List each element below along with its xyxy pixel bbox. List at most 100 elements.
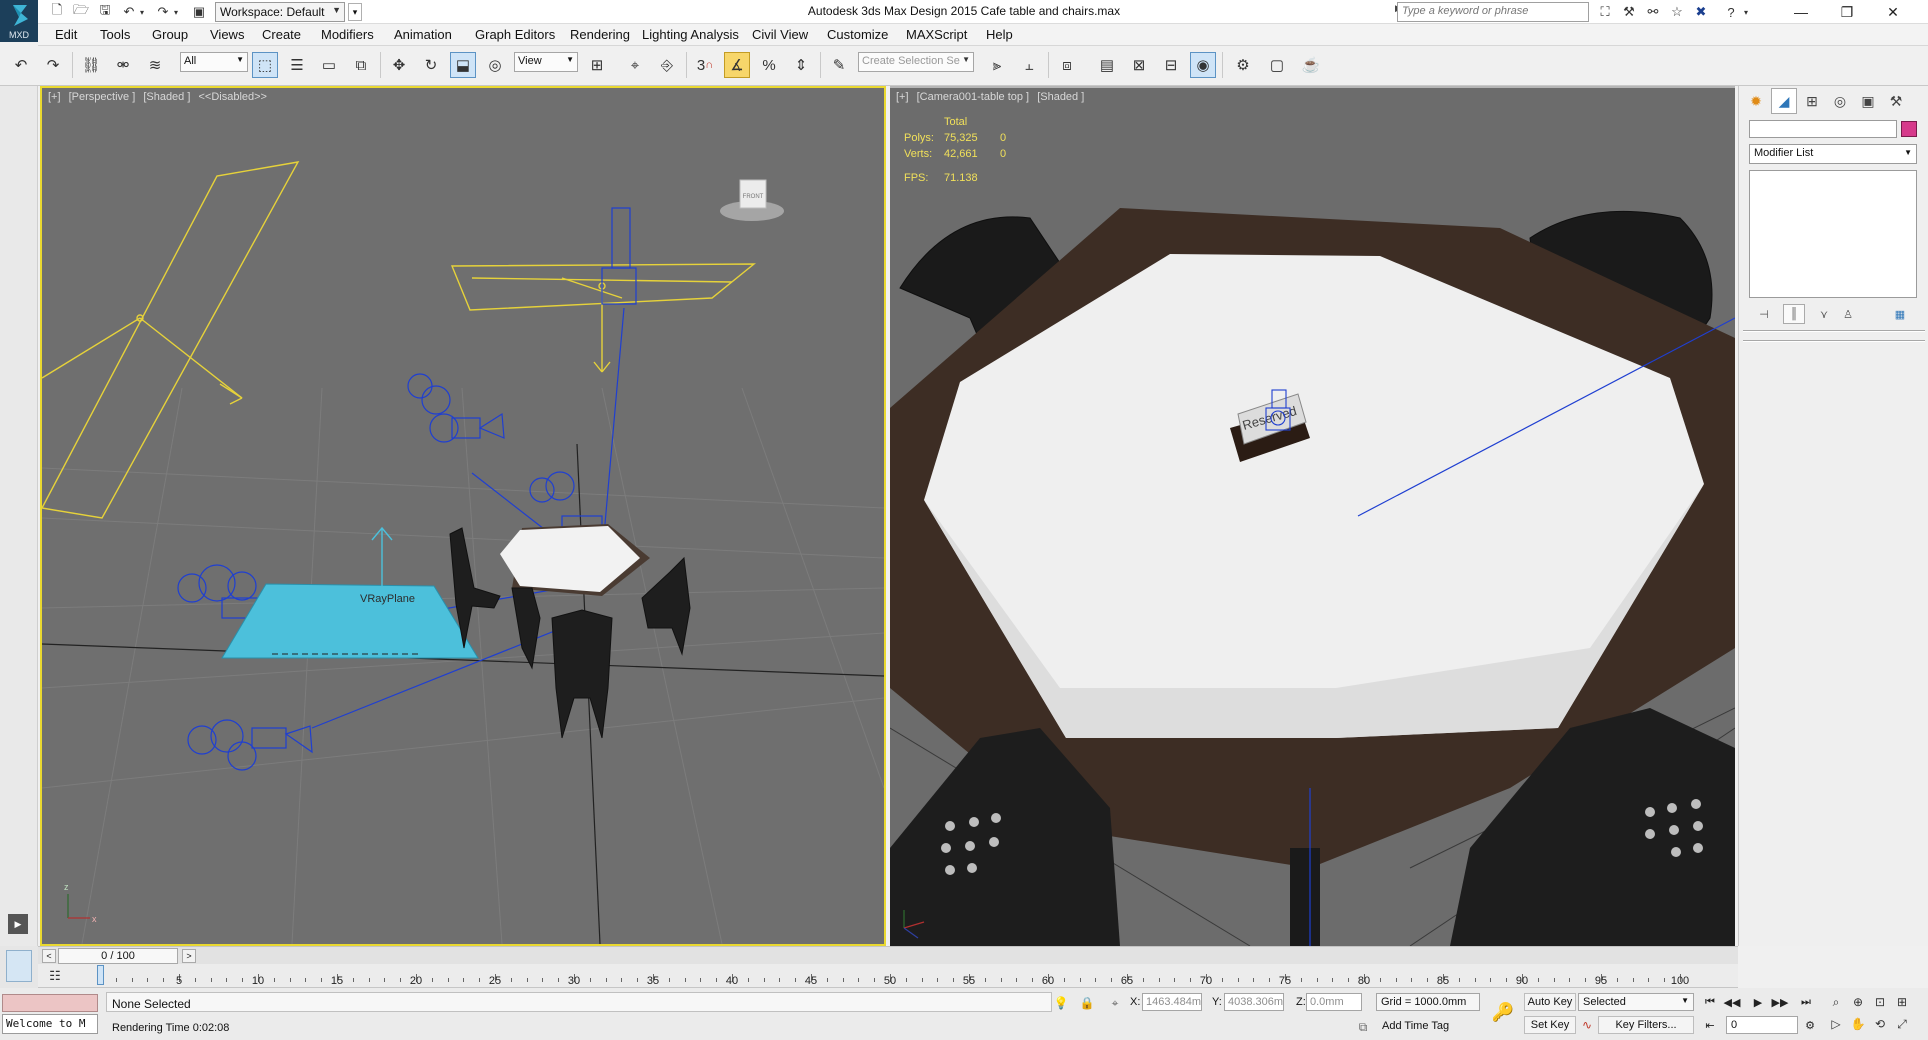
place-pivot-icon[interactable]: ◎ [482,52,508,78]
named-selection-dropdown[interactable]: Create Selection Se ▼ [858,52,974,72]
current-frame-marker[interactable] [97,965,104,985]
spinner-snap-icon[interactable]: ⇕ [788,52,814,78]
play-icon[interactable]: ▶ [1748,993,1768,1011]
help-dropdown-icon[interactable]: ▾ [1740,2,1752,22]
modifier-stack[interactable] [1749,170,1917,298]
select-and-rotate-icon[interactable]: ↻ [418,52,444,78]
select-by-name-icon[interactable]: ☰ [284,52,310,78]
menu-rendering[interactable]: Rendering [570,27,630,42]
object-color-swatch[interactable] [1901,121,1917,137]
percent-snap-icon[interactable]: % [756,52,782,78]
zoom-extents-all-icon[interactable]: ⊞ [1892,992,1912,1012]
unlink-icon[interactable]: ⚮ [110,52,136,78]
zoom-icon[interactable]: ⌕ [1826,992,1846,1012]
maximize-viewport-icon[interactable]: ⤢ [1892,1014,1912,1034]
material-editor-icon[interactable]: ◉ [1190,52,1216,78]
viewport-layout-button[interactable] [6,950,32,982]
x-coordinate-field[interactable]: 1463.484m [1142,993,1202,1011]
binoculars-icon[interactable]: ⛶ [1594,2,1616,22]
hierarchy-tab-icon[interactable]: ⊞ [1799,88,1825,114]
display-tab-icon[interactable]: ▣ [1855,88,1881,114]
time-configuration-icon[interactable]: ⚙ [1800,1016,1820,1034]
menu-customize[interactable]: Customize [827,27,888,42]
rendered-frame-window-icon[interactable]: ▢ [1264,52,1290,78]
menu-civil-view[interactable]: Civil View [752,27,808,42]
auto-key-button[interactable]: Auto Key [1524,993,1576,1011]
menu-edit[interactable]: Edit [55,27,77,42]
light-gizmo-left[interactable] [42,161,300,519]
set-keys-key-icon[interactable]: 🔑 [1488,1000,1518,1024]
vray-plane-object[interactable] [221,583,479,659]
window-crossing-icon[interactable]: ⧉ [348,52,374,78]
select-object-icon[interactable]: ⬚ [252,52,278,78]
menu-graph-editors[interactable]: Graph Editors [475,27,555,42]
redo-dropdown-icon[interactable]: ▾ [170,2,182,22]
select-and-move-icon[interactable]: ✥ [386,52,412,78]
motion-tab-icon[interactable]: ◎ [1827,88,1853,114]
y-coordinate-field[interactable]: 4038.306m [1224,993,1284,1011]
pin-stack-icon[interactable]: ⊣ [1753,304,1775,324]
mirror-icon[interactable]: ⫸ [984,52,1010,78]
object-name-input[interactable] [1749,120,1897,138]
modify-tab-icon[interactable]: ◢ [1771,88,1797,114]
application-menu-button[interactable]: MXD [0,0,38,42]
light-gizmo-top[interactable] [450,263,756,373]
menu-create[interactable]: Create [262,27,301,42]
time-slider-thumb[interactable]: 0 / 100 [58,948,178,964]
make-unique-icon[interactable]: ⋎ [1813,304,1835,324]
select-and-scale-icon[interactable]: ⬓ [450,52,476,78]
viewport-point-of-view[interactable]: [Camera001-table top ] [917,91,1030,103]
reference-coordinate-dropdown[interactable]: View ▼ [514,52,578,72]
toggle-ribbon-icon[interactable]: ▤ [1094,52,1120,78]
favorites-star-icon[interactable]: ☆ [1666,2,1688,22]
save-file-icon[interactable]: 🖫 [94,2,116,22]
pan-view-icon[interactable]: ✋ [1848,1014,1868,1034]
selection-filter-dropdown[interactable]: All ▼ [180,52,248,72]
communication-center-icon[interactable]: ⚒ [1618,2,1640,22]
workspace-dropdown[interactable]: Workspace: Default ▼ [215,2,345,22]
orbit-icon[interactable]: ⟲ [1870,1014,1890,1034]
viewport-label[interactable]: [+] [Camera001-table top ] [Shaded ] [896,91,1089,103]
project-folder-icon[interactable]: ▣ [188,2,210,22]
pivot-center-icon[interactable]: ⊞ [584,52,610,78]
key-selection-set-dropdown[interactable]: Selected ▼ [1578,993,1694,1011]
curve-editor-icon[interactable]: ⊠ [1126,52,1152,78]
selection-lock-icon[interactable]: 🔒 [1078,994,1096,1012]
quick-access-customize-icon[interactable]: ▾ [348,3,362,21]
snaps-toggle-icon[interactable]: 3 ∩ [692,52,718,78]
menu-views[interactable]: Views [210,27,244,42]
remove-modifier-icon[interactable]: ♙ [1837,304,1859,324]
modifier-list-dropdown[interactable]: Modifier List ▼ [1749,144,1917,164]
track-bar-scale[interactable]: 0510152025303540455055606570758085909510… [90,964,1726,988]
keyboard-shortcut-override-icon[interactable]: ⎆ [654,52,680,78]
time-slider-next-icon[interactable]: > [182,949,196,963]
rectangular-selection-icon[interactable]: ▭ [316,52,342,78]
undo-icon[interactable]: ↶ [8,52,34,78]
menu-tools[interactable]: Tools [100,27,130,42]
align-icon[interactable]: ⫠ [1016,52,1042,78]
close-icon[interactable]: ✕ [1870,0,1916,24]
autodesk-exchange-icon[interactable]: ✖ [1690,2,1712,22]
open-mini-curve-editor-icon[interactable]: ☷ [44,966,66,986]
go-to-end-icon[interactable]: ⏭ [1796,993,1816,1011]
zoom-extents-icon[interactable]: ⊡ [1870,992,1890,1012]
go-to-start-icon[interactable]: ⏮ [1700,993,1720,1011]
layer-explorer-icon[interactable]: ⧈ [1054,52,1080,78]
new-file-icon[interactable]: 🗋 [46,2,68,22]
search-input[interactable]: Type a keyword or phrase [1397,2,1589,22]
select-and-link-icon[interactable]: ⛓ [78,52,104,78]
previous-frame-icon[interactable]: ◀◀ [1722,993,1742,1011]
maxscript-listener-macro-recorder[interactable] [2,994,98,1012]
render-setup-icon[interactable]: ⚙ [1230,52,1256,78]
minimize-icon[interactable]: — [1778,0,1824,24]
perspective-viewport[interactable]: [+] [Perspective ] [Shaded ] <<Disabled>… [40,86,886,946]
manipulate-icon[interactable]: ⌖ [622,52,648,78]
undo-dropdown-icon[interactable]: ▾ [136,2,148,22]
menu-maxscript[interactable]: MAXScript [906,27,967,42]
configure-modifier-sets-icon[interactable]: ▦ [1889,304,1911,324]
absolute-mode-transform-icon[interactable]: ⌖ [1106,994,1124,1012]
menu-lighting-analysis[interactable]: Lighting Analysis [642,27,739,42]
subscription-icon[interactable]: ⚯ [1642,2,1664,22]
key-mode-toggle-icon[interactable]: ⇤ [1700,1016,1720,1034]
track-bar[interactable]: ☷ 05101520253035404550556065707580859095… [38,964,1738,988]
